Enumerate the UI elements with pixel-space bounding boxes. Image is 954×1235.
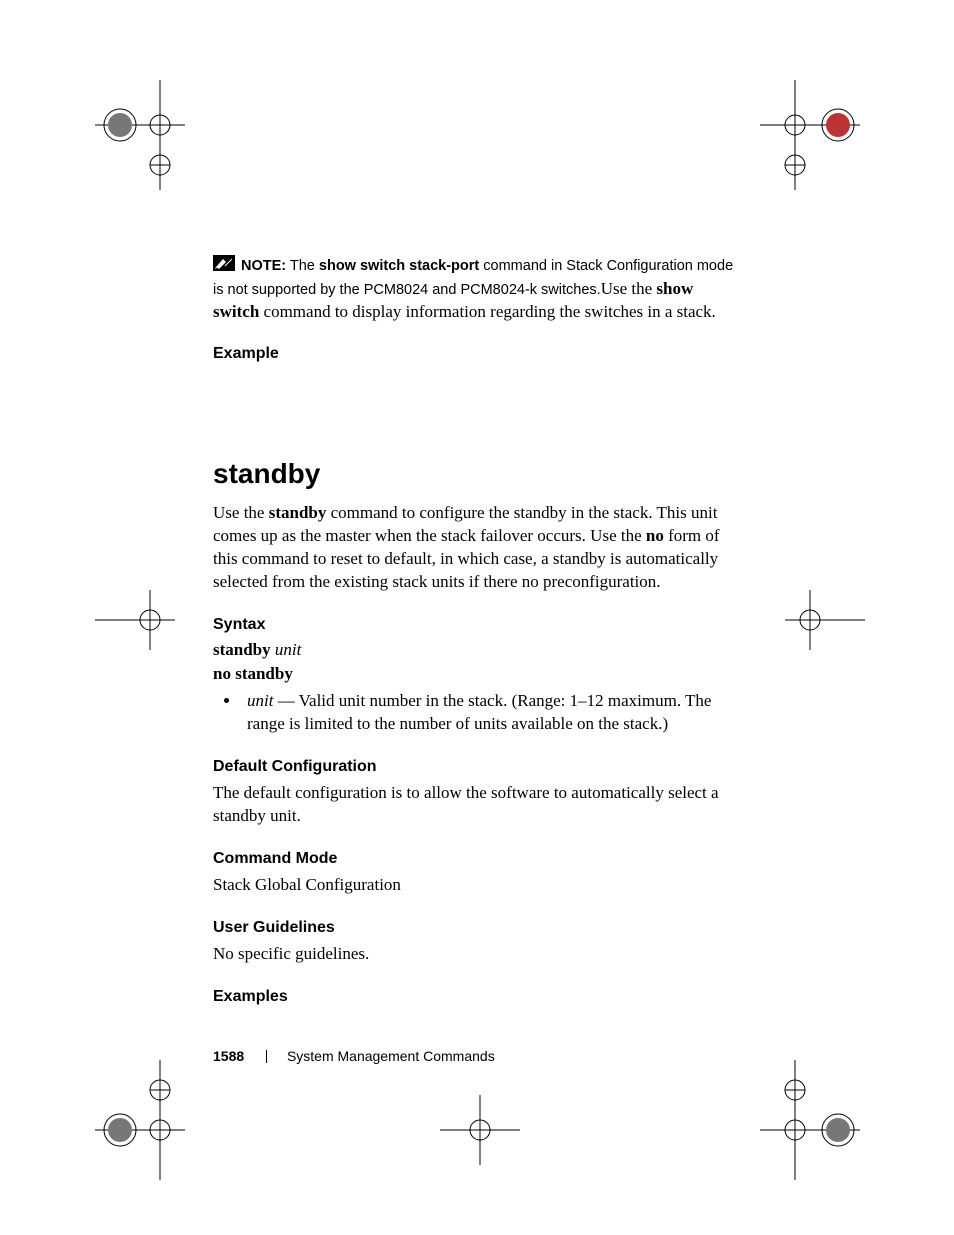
syntax-line-2: no standby — [213, 664, 743, 684]
syntax-kw-1: standby — [213, 640, 271, 659]
default-config-body: The default configuration is to allow th… — [213, 782, 743, 828]
intro-bold-2: no — [646, 526, 664, 545]
syntax-kw-2: no standby — [213, 664, 293, 683]
page-number: 1588 — [213, 1048, 244, 1064]
note-bold-cmd: show switch stack-port — [319, 258, 479, 274]
syntax-bullets: unit — Valid unit number in the stack. (… — [213, 690, 743, 736]
crop-mark-bottom-center — [440, 1095, 520, 1165]
note-block: NOTE: The show switch stack-port command… — [213, 255, 743, 323]
note-serif-1: Use the — [601, 279, 657, 298]
syntax-line-1: standby unit — [213, 640, 743, 660]
heading-examples: Examples — [213, 988, 743, 1006]
note-text-1: The — [290, 258, 319, 274]
page-content: NOTE: The show switch stack-port command… — [213, 255, 743, 1012]
heading-user-guidelines: User Guidelines — [213, 919, 743, 937]
intro-1: Use the — [213, 503, 269, 522]
note-icon — [213, 255, 235, 278]
note-label: NOTE: — [241, 258, 286, 274]
bullet-var: unit — [247, 691, 273, 710]
crop-mark-top-left — [65, 80, 185, 200]
syntax-bullet-1: unit — Valid unit number in the stack. (… — [241, 690, 743, 736]
crop-mark-bottom-right — [760, 1050, 900, 1180]
footer-section: System Management Commands — [287, 1048, 495, 1064]
crop-mark-mid-right — [785, 590, 865, 650]
syntax-var-1: unit — [275, 640, 301, 659]
crop-mark-mid-left — [95, 590, 175, 650]
page-footer: 1588 System Management Commands — [213, 1048, 495, 1064]
crop-mark-top-right — [760, 80, 900, 200]
crop-mark-bottom-left — [65, 1050, 185, 1180]
heading-syntax: Syntax — [213, 616, 743, 634]
heading-default-config: Default Configuration — [213, 758, 743, 776]
intro-bold-1: standby — [269, 503, 327, 522]
footer-separator — [266, 1050, 267, 1063]
command-mode-body: Stack Global Configuration — [213, 874, 743, 897]
note-serif-2: command to display information regarding… — [259, 302, 716, 321]
heading-command: standby — [213, 458, 743, 490]
user-guidelines-body: No specific guidelines. — [213, 943, 743, 966]
heading-example: Example — [213, 345, 743, 363]
bullet-rest: — Valid unit number in the stack. (Range… — [247, 691, 711, 733]
intro-paragraph: Use the standby command to configure the… — [213, 502, 743, 594]
heading-command-mode: Command Mode — [213, 850, 743, 868]
